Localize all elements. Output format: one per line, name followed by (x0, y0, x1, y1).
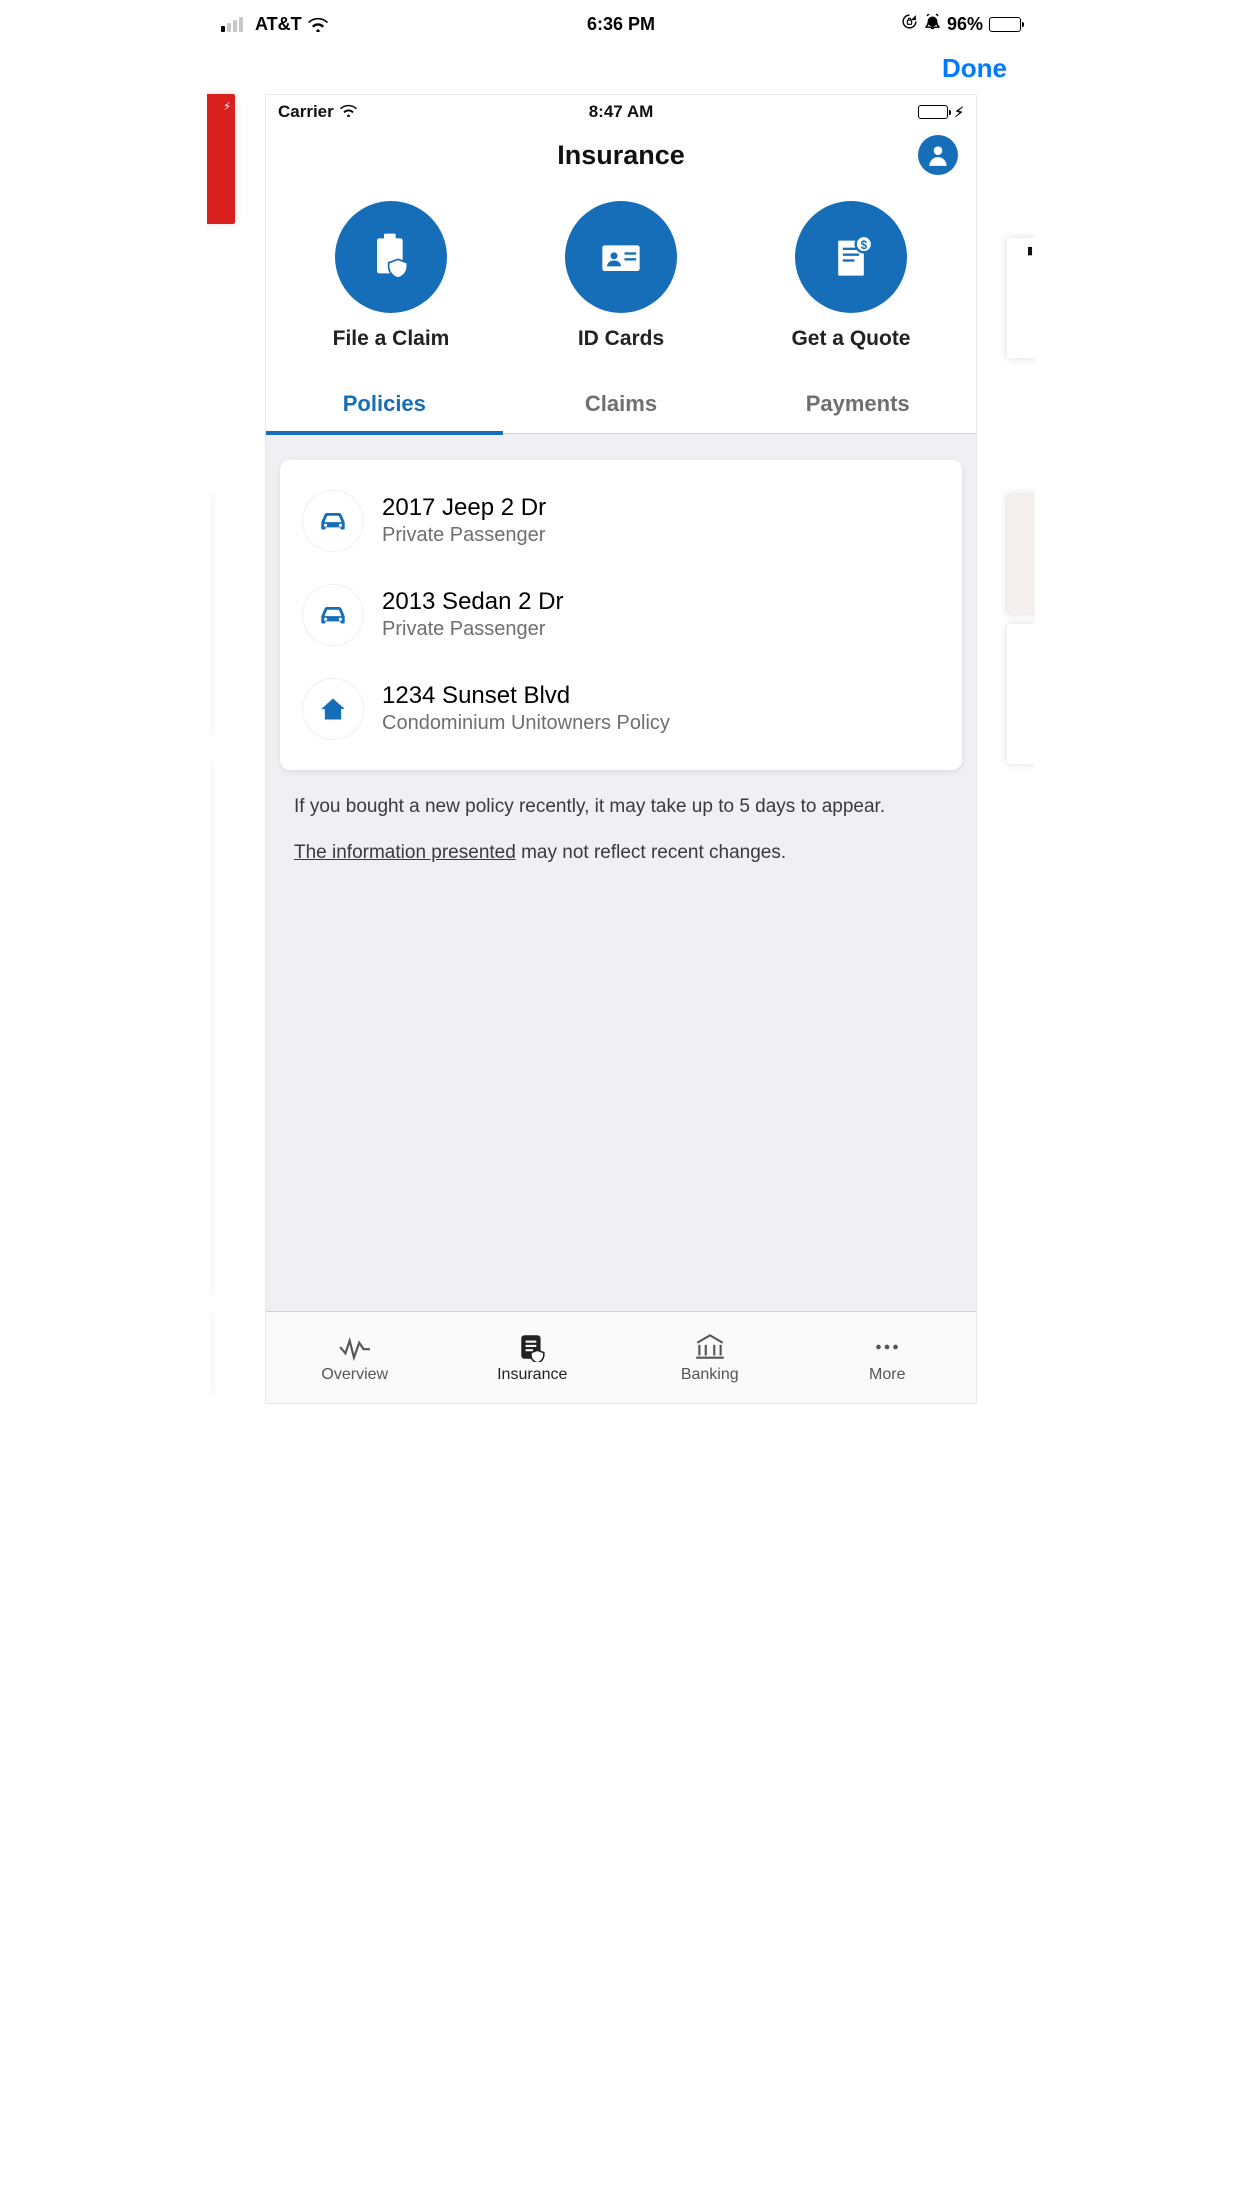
policies-list: 2017 Jeep 2 Dr Private Passenger 2013 Se… (280, 460, 962, 770)
policy-item[interactable]: 2013 Sedan 2 Dr Private Passenger (298, 568, 944, 662)
car-icon (302, 490, 364, 552)
tab-label: Overview (321, 1366, 388, 1384)
next-screenshot-peek[interactable] (1007, 494, 1035, 614)
policy-title: 1234 Sunset Blvd (382, 682, 670, 711)
section-tabs: Policies Claims Payments (266, 377, 976, 434)
tab-insurance[interactable]: Insurance (444, 1332, 622, 1384)
tab-payments[interactable]: Payments (739, 377, 976, 433)
next-screenshot-peek[interactable] (1007, 624, 1035, 764)
device-status-bar: AT&T 6:36 PM 96% (207, 0, 1035, 42)
disclaimer-rest: may not reflect recent changes. (516, 842, 786, 863)
action-label: Get a Quote (791, 327, 910, 351)
car-icon (302, 584, 364, 646)
action-label: File a Claim (333, 327, 450, 351)
tab-banking[interactable]: Banking (621, 1332, 799, 1384)
tab-claims[interactable]: Claims (503, 377, 740, 433)
new-policy-note: If you bought a new policy recently, it … (280, 770, 962, 830)
screenshot-status-bar: Carrier 8:47 AM ⚡︎ (266, 95, 976, 127)
overview-icon (338, 1332, 372, 1362)
svg-text:$: $ (861, 239, 868, 252)
quote-icon: $ (795, 201, 907, 313)
tab-policies[interactable]: Policies (266, 377, 503, 433)
device-time-label: 6:36 PM (207, 14, 1035, 35)
id-cards-button[interactable]: ID Cards (506, 201, 736, 351)
next-screenshot-peek[interactable]: ▮ (1007, 238, 1035, 358)
policy-title: 2017 Jeep 2 Dr (382, 494, 546, 523)
prev-screenshot-peek[interactable]: ⚡︎ (207, 94, 235, 224)
done-button[interactable]: Done (942, 53, 1007, 84)
app-screenshot: Carrier 8:47 AM ⚡︎ Insurance (265, 94, 977, 1404)
tab-overview[interactable]: Overview (266, 1332, 444, 1384)
policy-subtitle: Condominium Unitowners Policy (382, 710, 670, 736)
tab-more[interactable]: More (799, 1332, 977, 1384)
policy-title: 2013 Sedan 2 Dr (382, 588, 563, 617)
profile-button[interactable] (918, 135, 958, 175)
file-claim-icon (335, 201, 447, 313)
policy-item[interactable]: 2017 Jeep 2 Dr Private Passenger (298, 474, 944, 568)
insurance-icon (516, 1332, 548, 1362)
policies-scroll-area[interactable]: 2017 Jeep 2 Dr Private Passenger 2013 Se… (266, 434, 976, 1311)
policy-subtitle: Private Passenger (382, 616, 563, 642)
tab-label: Banking (681, 1366, 739, 1384)
modal-nav-bar: Done (207, 42, 1035, 94)
battery-icon (918, 105, 948, 119)
policy-item[interactable]: 1234 Sunset Blvd Condominium Unitowners … (298, 662, 944, 756)
quick-actions-row: File a Claim ID Cards $ Get a Quote (266, 183, 976, 377)
charging-icon: ⚡︎ (954, 104, 964, 121)
tab-label: More (869, 1366, 905, 1384)
battery-icon (989, 17, 1021, 32)
disclaimer-note: The information presented may not reflec… (280, 830, 962, 876)
more-icon (870, 1332, 904, 1362)
screenshot-carousel[interactable]: ⚡︎ ▮ Carrier 8:47 AM ⚡︎ (207, 94, 1035, 1404)
id-card-icon (565, 201, 677, 313)
disclaimer-link[interactable]: The information presented (294, 842, 516, 863)
get-a-quote-button[interactable]: $ Get a Quote (736, 201, 966, 351)
action-label: ID Cards (578, 327, 664, 351)
tab-label: Insurance (497, 1366, 567, 1384)
page-title: Insurance (557, 140, 685, 171)
bottom-tab-bar: Overview Insurance Banking More (266, 1311, 976, 1403)
file-a-claim-button[interactable]: File a Claim (276, 201, 506, 351)
home-icon (302, 678, 364, 740)
screen-header: Insurance (266, 127, 976, 183)
screenshot-time-label: 8:47 AM (324, 102, 918, 122)
policy-subtitle: Private Passenger (382, 522, 546, 548)
banking-icon (693, 1332, 727, 1362)
app-store-preview-screen: AT&T 6:36 PM 96% Done ⚡︎ ▮ (207, 0, 1035, 1404)
